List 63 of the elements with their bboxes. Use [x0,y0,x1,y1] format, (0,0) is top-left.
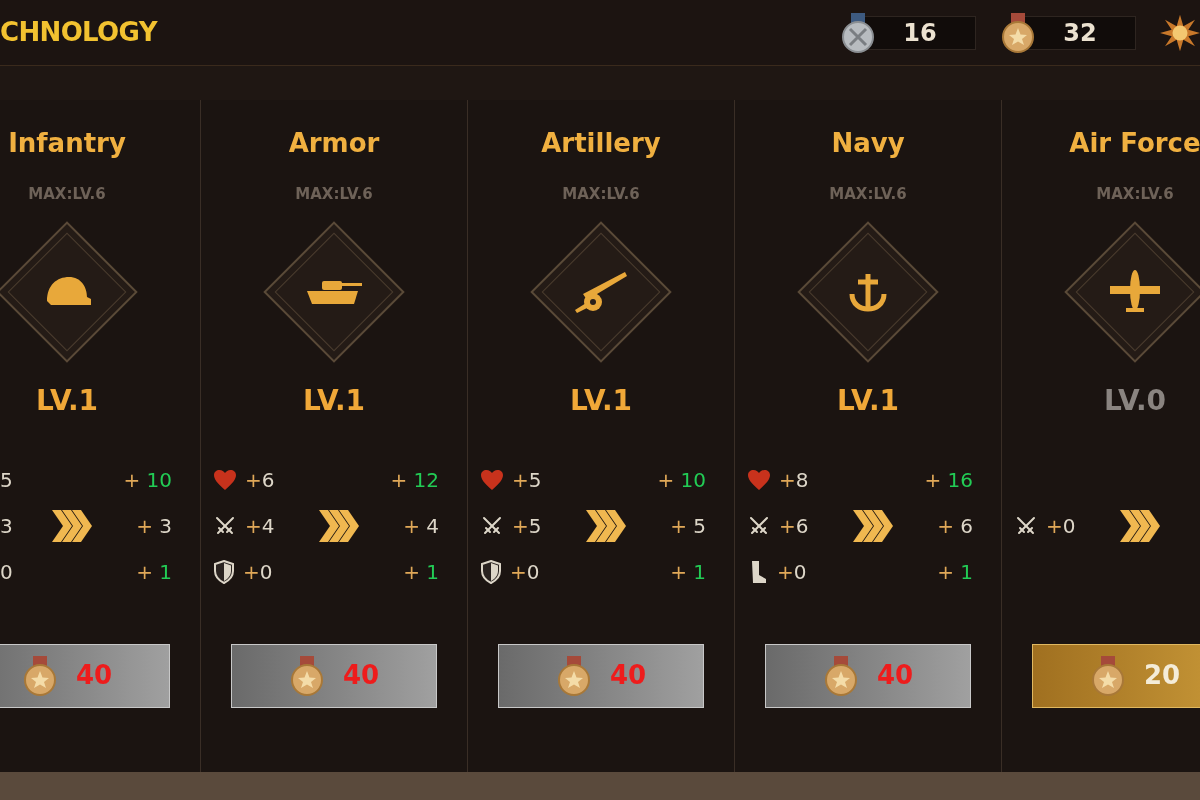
currency-amount: 32 [1024,15,1136,50]
stat-value: +0 [777,558,807,586]
branch-name: Infantry [8,127,126,160]
stat-bonus: + 12 [390,466,439,494]
stat-bonus: + 10 [123,466,172,494]
stat-bonus: + 1 [670,558,706,586]
branch-name: Artillery [541,127,661,160]
heart-icon [480,468,504,491]
branch-name: Navy [831,127,905,160]
branch-name: Armor [288,127,380,160]
shield-icon [480,559,502,584]
cost-button[interactable]: 40 [498,643,704,708]
stat-bonus: + 16 [924,466,973,494]
stat-bonus: + 5 [670,512,706,540]
max-level: MAX:LV.6 [295,184,373,205]
medal-icon [21,655,58,696]
heart-icon [747,468,771,491]
medal-icon [822,655,859,696]
max-level: MAX:LV.6 [562,184,640,205]
level-label: LV.0 [1103,382,1167,419]
page-title: CHNOLOGY [0,16,157,49]
level-label: LV.1 [569,382,633,419]
stat-value: 5 [0,466,13,494]
level-label: LV.1 [302,382,366,419]
medal-icon [288,655,325,696]
stat-value: +6 [245,466,275,494]
stat-bonus: + 1 [403,558,439,586]
upgrade-chevrons-icon [586,509,626,542]
level-label: LV.1 [836,382,900,419]
upgrade-chevrons-icon [1120,509,1160,542]
medal-icon [1089,655,1126,696]
max-level: MAX:LV.6 [829,184,907,205]
stat-bonus: + 1 [136,558,172,586]
stat-bonus: + 4 [403,512,439,540]
stat-value: +0 [510,558,540,586]
cost-button[interactable]: 40 [0,643,170,708]
stat-bonus: + 1 [937,558,973,586]
max-level: MAX:LV.6 [28,184,106,205]
stat-value: +5 [512,466,542,494]
branch-name: Air Force [1069,127,1200,160]
stat-value: +8 [779,466,809,494]
stat-value: 0 [0,558,13,586]
stat-value: +0 [243,558,273,586]
cost-button[interactable]: 40 [231,643,437,708]
medal-icon [555,655,592,696]
shield-icon [213,559,235,584]
upgrade-chevrons-icon [319,509,359,542]
level-label: LV.1 [35,382,99,419]
stat-value: +5 [512,512,542,540]
heart-icon [213,468,237,491]
stat-bonus: + 10 [657,466,706,494]
upgrade-chevrons-icon [853,509,893,542]
stat-value: +0 [1046,512,1076,540]
stat-bonus: + 6 [937,512,973,540]
stat-bonus: + 3 [136,512,172,540]
cost-button[interactable]: 20 [1032,643,1200,708]
upgrade-chevrons-icon [52,509,92,542]
stat-value: +6 [779,512,809,540]
stat-value: 3 [0,512,13,540]
max-level: MAX:LV.6 [1096,184,1174,205]
stat-value: +4 [245,512,275,540]
currency-amount: 16 [864,15,976,50]
cost-button[interactable]: 40 [765,643,971,708]
